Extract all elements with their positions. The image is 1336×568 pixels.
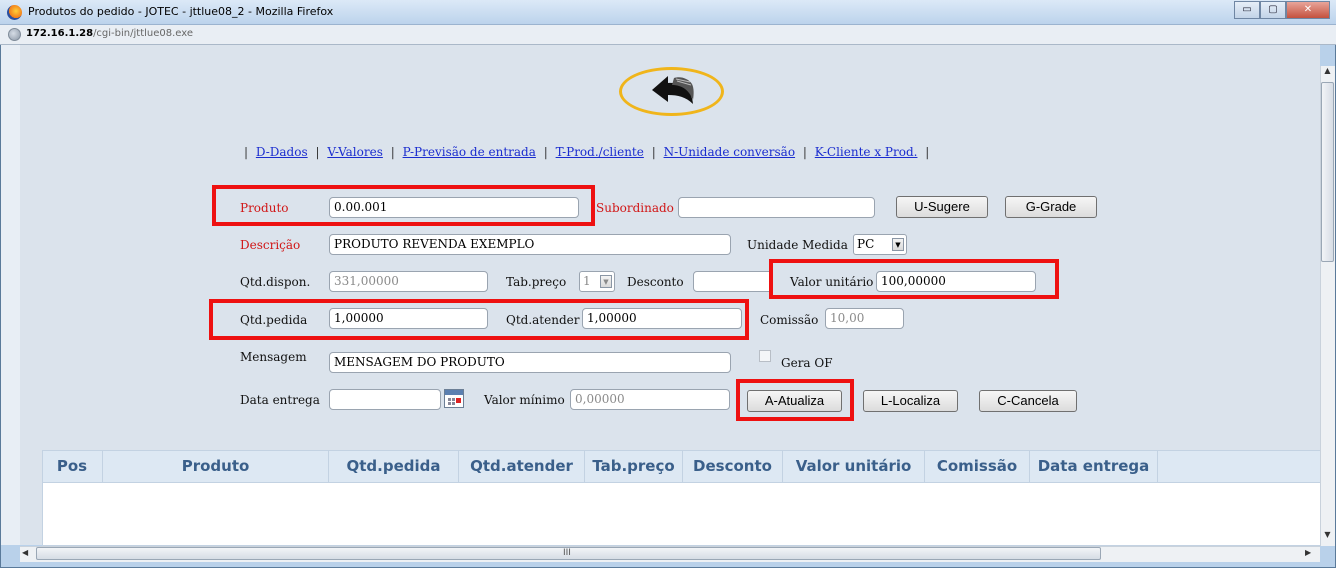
link-separator: | [543,145,548,159]
link-separator: | [802,145,807,159]
address-bar[interactable]: 172.16.1.28/cgi-bin/jttlue08.exe [0,25,1336,45]
scroll-up-arrow-icon[interactable]: ▲ [1320,66,1335,80]
link-dados[interactable]: D-Dados [256,145,308,159]
calendar-icon[interactable] [444,389,464,408]
link-prod-cliente[interactable]: T-Prod./cliente [556,145,644,159]
valor-minimo-label: Valor mínimo [484,393,565,407]
gera-of-checkbox[interactable] [759,350,771,362]
scroll-grip: III [563,548,571,558]
link-previsao-entrada[interactable]: P-Previsão de entrada [403,145,536,159]
subordinado-input[interactable] [678,197,875,218]
tab-links: | D-Dados | V-Valores | P-Previsão de en… [240,145,933,159]
firefox-icon [7,5,22,20]
data-entrega-input[interactable] [329,389,441,410]
tab-preco-label: Tab.preço [506,275,567,289]
mensagem-input[interactable]: MENSAGEM DO PRODUTO [329,352,731,373]
highlight-atualiza [736,379,854,421]
calendar-icon-day [452,402,455,405]
calendar-icon-day [452,398,455,401]
grid-body [42,483,1330,546]
vertical-scroll-thumb[interactable] [1321,82,1334,262]
column-header-produto[interactable]: Produto [103,450,329,483]
column-header-comissao[interactable]: Comissão [925,450,1030,483]
gera-of-label: Gera OF [781,356,833,370]
data-entrega-label: Data entrega [240,393,320,407]
unidade-medida-label: Unidade Medida [747,238,848,252]
unidade-medida-value: PC [857,237,875,251]
highlight-valor-unitario [769,259,1059,299]
column-header-data-entrega[interactable]: Data entrega [1030,450,1158,483]
qtd-dispon-input: 331,00000 [329,271,488,292]
title-bar: Produtos do pedido - JOTEC - jttlue08_2 … [0,0,1336,25]
maximize-button[interactable]: ▢ [1260,1,1286,19]
window-title: Produtos do pedido - JOTEC - jttlue08_2 … [28,5,334,18]
scroll-left-arrow-icon[interactable]: ◀ [22,548,28,557]
descricao-input[interactable]: PRODUTO REVENDA EXEMPLO [329,234,731,255]
minimize-button[interactable]: ▭ [1234,1,1260,19]
desconto-label: Desconto [627,275,684,289]
close-button[interactable]: ✕ [1286,1,1330,19]
url-path: /cgi-bin/jttlue08.exe [93,28,194,39]
link-separator: | [925,145,930,159]
calendar-icon-day [448,398,451,401]
calendar-icon-selected-day [456,398,461,403]
valor-minimo-input: 0,00000 [570,389,730,410]
tab-preco-value: 1 [583,274,591,288]
comissao-label: Comissão [760,313,819,327]
page-left-gutter [1,45,20,545]
mensagem-label: Mensagem [240,350,307,364]
highlight-quantidades [209,299,749,340]
qtd-dispon-label: Qtd.dispon. [240,275,311,289]
column-header-valor-unitario[interactable]: Valor unitário [783,450,925,483]
subordinado-label: Subordinado [596,201,674,215]
unidade-medida-select[interactable]: PC ▼ [853,234,907,255]
column-header-qtd-atender[interactable]: Qtd.atender [459,450,585,483]
localiza-button[interactable]: L-Localiza [863,390,958,412]
scroll-right-arrow-icon[interactable]: ▶ [1305,548,1311,557]
link-valores[interactable]: V-Valores [327,145,383,159]
globe-icon [8,28,21,41]
column-header-qtd-pedida[interactable]: Qtd.pedida [329,450,459,483]
highlight-produto [212,185,595,226]
link-cliente-x-prod[interactable]: K-Cliente x Prod. [815,145,918,159]
descricao-label: Descrição [240,238,301,252]
link-unidade-conversao[interactable]: N-Unidade conversão [664,145,796,159]
comissao-input: 10,00 [825,308,904,329]
column-header-pos[interactable]: Pos [42,450,103,483]
window-controls: ▭ ▢ ✕ [1234,1,1330,19]
column-header-tab-preco[interactable]: Tab.preço [585,450,683,483]
back-arrow-icon[interactable] [650,70,696,110]
chevron-down-icon[interactable]: ▼ [892,238,904,251]
tab-preco-select[interactable]: 1 ▼ [579,271,615,292]
column-header-desconto[interactable]: Desconto [683,450,783,483]
link-separator: | [390,145,395,159]
url-text[interactable]: 172.16.1.28/cgi-bin/jttlue08.exe [26,28,193,39]
calendar-icon-day [448,402,451,405]
link-separator: | [244,145,249,159]
chevron-down-icon[interactable]: ▼ [600,275,612,288]
cancela-button[interactable]: C-Cancela [979,390,1077,412]
link-separator: | [651,145,656,159]
grade-button[interactable]: G-Grade [1005,196,1097,218]
url-host: 172.16.1.28 [26,28,94,39]
scroll-down-arrow-icon[interactable]: ▼ [1320,530,1335,544]
desconto-input[interactable] [693,271,773,292]
sugere-button[interactable]: U-Sugere [896,196,988,218]
calendar-icon-header [445,390,463,395]
link-separator: | [315,145,320,159]
